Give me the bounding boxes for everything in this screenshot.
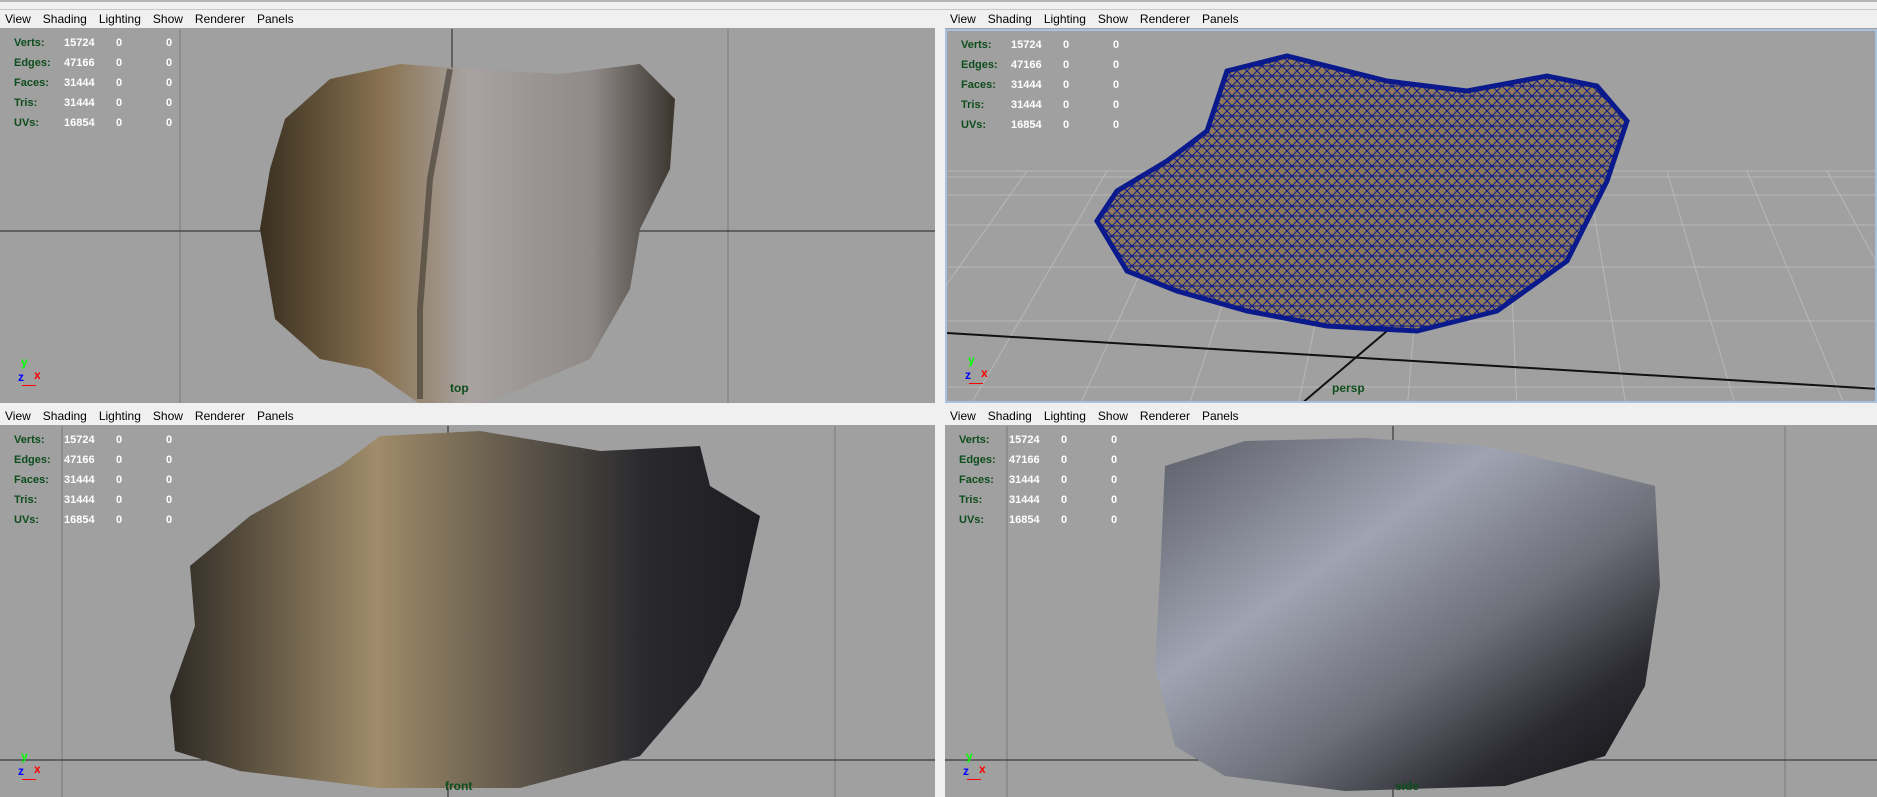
stat-tris: Tris: 31444 0 0 bbox=[14, 494, 173, 506]
panel-menu-bar: View Shading Lighting Show Renderer Pane… bbox=[945, 407, 1877, 426]
stat-edges: Edges: 47166 0 0 bbox=[14, 57, 173, 69]
stat-faces: Faces: 31444 0 0 bbox=[959, 474, 1118, 486]
panel-menu-bar: View Shading Lighting Show Renderer Pane… bbox=[0, 407, 935, 426]
menu-renderer[interactable]: Renderer bbox=[1140, 12, 1190, 26]
viewport[interactable]: Verts: 15724 0 0 Edges: 47166 0 0 Faces: 31444 0… bbox=[945, 426, 1877, 797]
stat-uvs: UVs: 16854 0 0 bbox=[14, 514, 173, 526]
menu-renderer[interactable]: Renderer bbox=[195, 12, 245, 26]
poly-count-hud: Verts: 15724 0 0 Edges: 47166 0 0 Faces: 31444 0… bbox=[14, 430, 216, 530]
stat-tris: Tris: 31444 0 0 bbox=[14, 97, 173, 109]
rock-mesh bbox=[170, 431, 760, 788]
stat-faces: Faces: 31444 0 0 bbox=[14, 77, 173, 89]
viewport[interactable]: Verts: 15724 0 0 Edges: 47166 0 0 Faces: 31444 0… bbox=[945, 29, 1877, 403]
viewport-panel-persp: View Shading Lighting Show Renderer Pane… bbox=[945, 10, 1877, 403]
stat-tris: Tris: 31444 0 0 bbox=[961, 99, 1120, 111]
menu-panels[interactable]: Panels bbox=[257, 12, 294, 26]
camera-label: persp bbox=[1332, 381, 1365, 395]
stat-edges: Edges: 47166 0 0 bbox=[961, 59, 1120, 71]
stat-uvs: UVs: 16854 0 0 bbox=[14, 117, 173, 129]
menu-view[interactable]: View bbox=[950, 409, 976, 423]
stat-faces: Faces: 31444 0 0 bbox=[961, 79, 1120, 91]
camera-label: side bbox=[1395, 779, 1420, 793]
menu-panels[interactable]: Panels bbox=[1202, 409, 1239, 423]
rock-mesh bbox=[1155, 438, 1660, 791]
axis-gizmo-icon: y z x bbox=[18, 355, 41, 386]
menu-lighting[interactable]: Lighting bbox=[1044, 12, 1086, 26]
menu-show[interactable]: Show bbox=[1098, 12, 1128, 26]
camera-label: top bbox=[450, 381, 469, 395]
stat-faces: Faces: 31444 0 0 bbox=[14, 474, 173, 486]
stat-uvs: UVs: 16854 0 0 bbox=[959, 514, 1118, 526]
viewport[interactable]: Verts: 15724 0 0 Edges: 47166 0 0 Faces: 31444 0… bbox=[0, 426, 935, 797]
menu-shading[interactable]: Shading bbox=[988, 409, 1032, 423]
menu-show[interactable]: Show bbox=[153, 12, 183, 26]
menu-view[interactable]: View bbox=[5, 409, 31, 423]
axis-gizmo-icon: y z x bbox=[963, 749, 986, 780]
menu-lighting[interactable]: Lighting bbox=[99, 409, 141, 423]
stat-verts: Verts: 15724 0 0 bbox=[14, 37, 173, 49]
axis-gizmo-icon: y z x bbox=[965, 353, 988, 384]
camera-label: front bbox=[445, 779, 473, 793]
menu-shading[interactable]: Shading bbox=[988, 12, 1032, 26]
stat-edges: Edges: 47166 0 0 bbox=[959, 454, 1118, 466]
top-strip bbox=[0, 0, 1877, 10]
menu-view[interactable]: View bbox=[5, 12, 31, 26]
stat-verts: Verts: 15724 0 0 bbox=[14, 434, 173, 446]
menu-renderer[interactable]: Renderer bbox=[1140, 409, 1190, 423]
stat-uvs: UVs: 16854 0 0 bbox=[961, 119, 1120, 131]
menu-lighting[interactable]: Lighting bbox=[1044, 409, 1086, 423]
panel-menu-bar: View Shading Lighting Show Renderer Pane… bbox=[945, 10, 1877, 29]
stat-verts: Verts: 15724 0 0 bbox=[961, 39, 1120, 51]
stat-edges: Edges: 47166 0 0 bbox=[14, 454, 173, 466]
stat-tris: Tris: 31444 0 0 bbox=[959, 494, 1118, 506]
stat-verts: Verts: 15724 0 0 bbox=[959, 434, 1118, 446]
menu-show[interactable]: Show bbox=[153, 409, 183, 423]
viewport-panel-front: View Shading Lighting Show Renderer Pane… bbox=[0, 407, 935, 797]
menu-shading[interactable]: Shading bbox=[43, 12, 87, 26]
poly-count-hud: Verts: 15724 0 0 Edges: 47166 0 0 Faces: 31444 0… bbox=[14, 33, 216, 133]
menu-renderer[interactable]: Renderer bbox=[195, 409, 245, 423]
rock-wireframe bbox=[1094, 53, 1630, 334]
menu-panels[interactable]: Panels bbox=[1202, 12, 1239, 26]
poly-count-hud: Verts: 15724 0 0 Edges: 47166 0 0 Faces: 31444 0… bbox=[959, 430, 1161, 530]
viewport[interactable]: Verts: 15724 0 0 Edges: 47166 0 0 Faces: 31444 0… bbox=[0, 29, 935, 403]
menu-shading[interactable]: Shading bbox=[43, 409, 87, 423]
panel-menu-bar: View Shading Lighting Show Renderer Pane… bbox=[0, 10, 935, 29]
viewport-panel-top: View Shading Lighting Show Renderer Pane… bbox=[0, 10, 935, 403]
menu-view[interactable]: View bbox=[950, 12, 976, 26]
menu-show[interactable]: Show bbox=[1098, 409, 1128, 423]
viewport-panel-side: View Shading Lighting Show Renderer Pane… bbox=[945, 407, 1877, 797]
poly-count-hud: Verts: 15724 0 0 Edges: 47166 0 0 Faces: 31444 0… bbox=[961, 35, 1163, 135]
axis-gizmo-icon: y z x bbox=[18, 749, 41, 780]
rock-mesh bbox=[260, 64, 675, 403]
menu-lighting[interactable]: Lighting bbox=[99, 12, 141, 26]
menu-panels[interactable]: Panels bbox=[257, 409, 294, 423]
